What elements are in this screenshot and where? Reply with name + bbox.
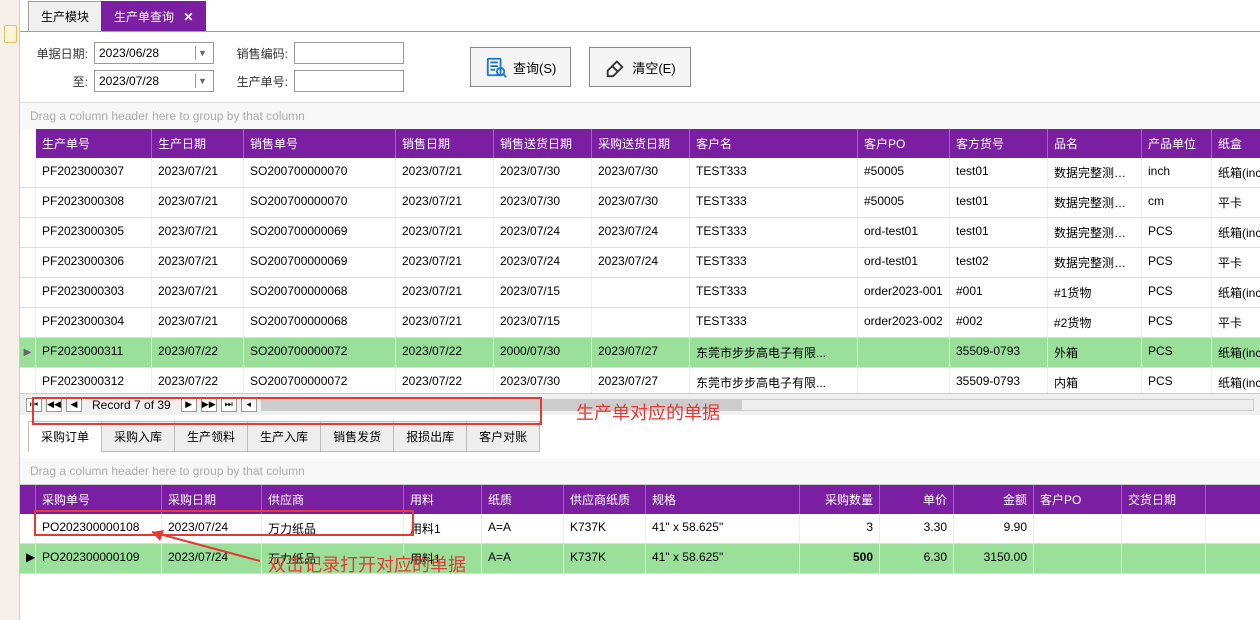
detail-grid-header[interactable]: 采购单号 采购日期 供应商 用料 纸质 供应商纸质 规格 采购数量 单价 金额 … [20,485,1260,514]
sale-code-input[interactable] [294,42,404,64]
subtab-prod-pick[interactable]: 生产领料 [174,421,248,452]
dcol-pono[interactable]: 采购单号 [36,485,162,514]
side-strip [0,0,20,620]
subtab-purchase-order[interactable]: 采购订单 [28,421,102,452]
dcol-spaper[interactable]: 供应商纸质 [564,485,646,514]
table-row[interactable]: PF20230003052023/07/21 SO200700000069202… [20,218,1260,248]
col-unit[interactable]: 产品单位 [1142,129,1212,158]
close-icon[interactable]: ✕ [183,10,193,24]
pager-sep[interactable]: ◂ [241,398,257,412]
prod-no-input[interactable] [294,70,404,92]
col-custpart[interactable]: 客方货号 [950,129,1048,158]
date-from-input[interactable]: 2023/06/28 ▼ [94,42,214,64]
detail-row[interactable]: PO2023000001082023/07/24 万力纸品用料1 A=AK737… [20,514,1260,544]
dcol-price[interactable]: 单价 [880,485,954,514]
main-grid-body[interactable]: PF20230003072023/07/21 SO200700000070202… [20,158,1260,393]
col-cust[interactable]: 客户名 [690,129,858,158]
annotation-text-row: 双击记录打开对应的单据 [268,551,466,577]
dcol-podate[interactable]: 采购日期 [162,485,262,514]
table-row[interactable]: PF20230003042023/07/21 SO200700000068202… [20,308,1260,338]
label-date: 单据日期: [32,45,88,62]
pager-last[interactable]: ⏭ [221,398,237,412]
annotation-text-tabs: 生产单对应的单据 [576,399,720,425]
table-row[interactable]: PF20230003082023/07/21 SO200700000070202… [20,188,1260,218]
clear-button[interactable]: 清空(E) [589,47,690,87]
date-from-value: 2023/06/28 [99,46,159,60]
col-shipdate[interactable]: 销售送货日期 [494,129,592,158]
date-to-value: 2023/07/28 [99,74,159,88]
pager-prevpage[interactable]: ◀◀ [46,398,62,412]
tab-production-query[interactable]: 生产单查询 ✕ [101,1,206,31]
date-to-input[interactable]: 2023/07/28 ▼ [94,70,214,92]
dcol-ddate[interactable]: 交货日期 [1122,485,1206,514]
dcol-qty[interactable]: 采购数量 [800,485,880,514]
filter-bar: 单据日期: 2023/06/28 ▼ 至: 2023/07/28 ▼ 销售编码: [20,32,1260,103]
label-sale-code: 销售编码: [232,45,288,62]
col-box[interactable]: 纸盒 [1212,129,1260,158]
col-item[interactable]: 品名 [1048,129,1142,158]
h-scrollbar[interactable] [261,399,1254,411]
table-row[interactable]: ▶ PF20230003112023/07/22 SO2007000000722… [20,338,1260,368]
detail-group-hint[interactable]: Drag a column header here to group by th… [20,458,1260,484]
doc-tab-bar: 生产模块 生产单查询 ✕ [20,0,1260,32]
pager-text: Record 7 of 39 [92,398,171,412]
chevron-down-icon[interactable]: ▼ [195,74,209,88]
label-to: 至: [32,73,88,90]
eraser-icon [604,56,626,78]
table-row[interactable]: PF20230003122023/07/22 SO200700000072202… [20,368,1260,393]
col-pfdate[interactable]: 生产日期 [152,129,244,158]
col-sodate[interactable]: 销售日期 [396,129,494,158]
col-custpo[interactable]: 客户PO [858,129,950,158]
label-prod-no: 生产单号: [232,73,288,90]
subtab-scrap-out[interactable]: 报损出库 [393,421,467,452]
pager-prev[interactable]: ◀ [66,398,82,412]
detail-row[interactable]: ▶ PO2023000001092023/07/24 万力纸品用料1 A=AK7… [20,544,1260,574]
pager-nextpage[interactable]: ▶▶ [201,398,217,412]
dcol-supp[interactable]: 供应商 [262,485,404,514]
subtab-purchase-in[interactable]: 采购入库 [101,421,175,452]
search-icon [485,56,507,78]
chevron-down-icon[interactable]: ▼ [195,46,209,60]
table-row[interactable]: PF20230003032023/07/21 SO200700000068202… [20,278,1260,308]
main-grid-header[interactable]: 生产单号 生产日期 销售单号 销售日期 销售送货日期 采购送货日期 客户名 客户… [20,129,1260,158]
pager-next[interactable]: ▶ [181,398,197,412]
dcol-spec[interactable]: 规格 [646,485,800,514]
col-pfno[interactable]: 生产单号 [36,129,152,158]
clear-label: 清空(E) [632,58,675,77]
table-row[interactable]: PF20230003072023/07/21 SO200700000070202… [20,158,1260,188]
subtab-sales-ship[interactable]: 销售发货 [320,421,394,452]
tab-label: 生产单查询 [114,10,174,24]
subtab-prod-in[interactable]: 生产入库 [247,421,321,452]
query-label: 查询(S) [513,58,556,77]
dcol-cpo[interactable]: 客户PO [1034,485,1122,514]
table-row[interactable]: PF20230003062023/07/21 SO200700000069202… [20,248,1260,278]
subtab-cust-recon[interactable]: 客户对账 [466,421,540,452]
detail-grid-body[interactable]: PO2023000001082023/07/24 万力纸品用料1 A=AK737… [20,514,1260,574]
tab-production-module[interactable]: 生产模块 [28,1,102,31]
col-purdate[interactable]: 采购送货日期 [592,129,690,158]
dcol-paper[interactable]: 纸质 [482,485,564,514]
col-sono[interactable]: 销售单号 [244,129,396,158]
pager-first[interactable]: ⏮ [26,398,42,412]
query-button[interactable]: 查询(S) [470,47,571,87]
dcol-amt[interactable]: 金额 [954,485,1034,514]
dcol-mat[interactable]: 用料 [404,485,482,514]
group-hint[interactable]: Drag a column header here to group by th… [20,103,1260,129]
